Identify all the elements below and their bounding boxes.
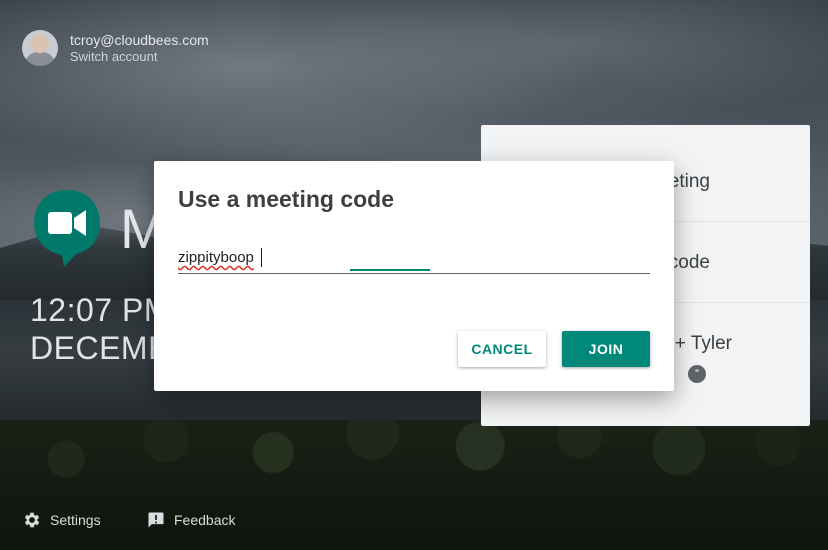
feedback-label: Feedback (174, 512, 236, 528)
background-trees (0, 420, 828, 550)
avatar[interactable] (22, 30, 58, 66)
clock-time: 12:07 PM (30, 292, 171, 328)
join-button[interactable]: JOIN (562, 331, 650, 367)
settings-label: Settings (50, 512, 101, 528)
scheduled-meeting-label: + Tyler (674, 333, 732, 354)
meeting-code-label: code (668, 252, 710, 273)
account-switcher[interactable]: tcroy@cloudbees.com Switch account (22, 30, 209, 66)
cancel-button[interactable]: CANCEL (458, 331, 546, 367)
switch-account-link[interactable]: Switch account (70, 49, 209, 65)
settings-link[interactable]: Settings (22, 510, 101, 530)
account-email: tcroy@cloudbees.com (70, 31, 209, 48)
feedback-link[interactable]: Feedback (146, 510, 235, 530)
meeting-code-dialog: Use a meeting code zippityboop CANCEL JO… (154, 161, 674, 391)
input-focus-indicator (350, 269, 430, 271)
chat-icon: ” (688, 365, 706, 383)
text-caret (261, 248, 262, 267)
start-meeting-label: eting (668, 171, 710, 192)
dialog-title: Use a meeting code (178, 186, 395, 212)
meeting-code-value[interactable]: zippityboop (178, 249, 254, 266)
meet-logo-icon (34, 190, 100, 267)
gear-icon (24, 512, 40, 528)
feedback-icon (148, 512, 164, 528)
clock-date: DECEMB (30, 330, 170, 366)
